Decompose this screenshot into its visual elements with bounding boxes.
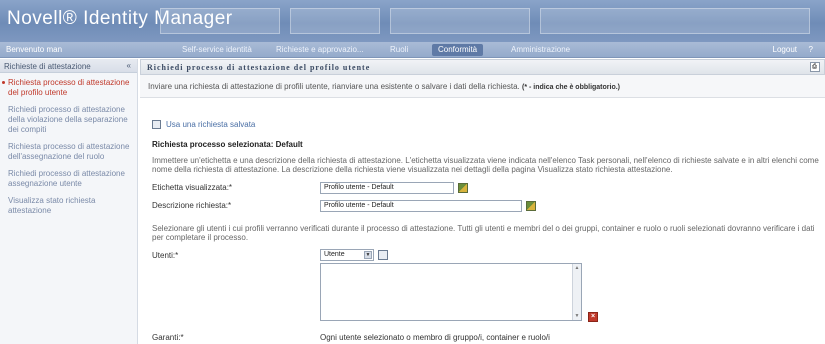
- users-listbox[interactable]: ▲ ▼: [320, 263, 582, 321]
- header-decoration: [160, 8, 280, 34]
- page-title-bar: Richiedi processo di attestazione del pr…: [140, 59, 825, 75]
- help-link[interactable]: ?: [809, 45, 813, 54]
- sidebar-item-user-assignment[interactable]: Richiedi processo di attestazione assegn…: [0, 167, 137, 191]
- garanti-value: Ogni utente selezionato o membro di grup…: [320, 333, 550, 342]
- tab-requests-approvals[interactable]: Richieste e approvazio...: [270, 44, 370, 56]
- scroll-up-icon[interactable]: ▲: [573, 264, 581, 272]
- scroll-down-icon[interactable]: ▼: [573, 312, 581, 320]
- chevron-down-icon: ▼: [364, 251, 372, 259]
- tab-administration[interactable]: Amministrazione: [505, 44, 576, 56]
- app-header: Novell® Identity Manager: [0, 0, 825, 42]
- display-label-field-label: Etichetta visualizzata:*: [152, 183, 233, 192]
- display-label-input[interactable]: Profilo utente - Default: [320, 182, 454, 194]
- sidebar-header: Richieste di attestazione «: [0, 59, 137, 73]
- selected-process-label: Richiesta processo selezionata: Default: [152, 140, 303, 149]
- welcome-text: Benvenuto man: [6, 45, 63, 54]
- request-description-field-label: Descrizione richiesta:*: [152, 201, 232, 210]
- lookup-icon[interactable]: [378, 250, 388, 260]
- users-type-value: Utente: [324, 251, 345, 258]
- request-description-input[interactable]: Profilo utente - Default: [320, 200, 522, 212]
- header-decoration: [540, 8, 810, 34]
- display-label-description: Immettere un'etichetta e una descrizione…: [152, 156, 819, 174]
- header-decoration: [290, 8, 380, 34]
- users-field-label: Utenti:*: [152, 251, 179, 260]
- required-note: (* - indica che è obbligatorio.): [522, 84, 621, 91]
- sidebar-item-user-profile[interactable]: Richiesta processo di attestazione del p…: [0, 76, 137, 100]
- use-saved-link[interactable]: Usa una richiesta salvata: [166, 120, 255, 129]
- use-saved-request[interactable]: Usa una richiesta salvata: [152, 120, 255, 130]
- intro-text: Inviare una richiesta di attestazione di…: [140, 75, 825, 98]
- tab-self-service[interactable]: Self-service identità: [176, 44, 258, 56]
- logout-link[interactable]: Logout: [773, 45, 797, 54]
- print-icon[interactable]: ⎙: [810, 62, 820, 72]
- delete-icon[interactable]: ×: [588, 312, 598, 322]
- sidebar-item-view-status[interactable]: Visualizza stato richiesta attestazione: [0, 194, 137, 218]
- header-decoration: [390, 8, 530, 34]
- users-description: Selezionare gli utenti i cui profili ver…: [152, 224, 815, 242]
- tab-compliance[interactable]: Conformità: [432, 44, 484, 56]
- sidebar-title: Richieste di attestazione: [4, 62, 91, 71]
- collapse-icon[interactable]: «: [127, 61, 131, 70]
- intro-description: Inviare una richiesta di attestazione di…: [148, 82, 520, 91]
- nav-bar: Benvenuto man Self-service identità Rich…: [0, 42, 825, 58]
- edit-description-icon[interactable]: [526, 201, 536, 211]
- page-title: Richiedi processo di attestazione del pr…: [147, 63, 371, 72]
- users-scrollbar[interactable]: ▲ ▼: [572, 264, 581, 320]
- users-type-select[interactable]: Utente ▼: [320, 249, 374, 261]
- garanti-field-label: Garanti:*: [152, 333, 184, 342]
- sidebar: Richieste di attestazione « Richiesta pr…: [0, 59, 138, 344]
- tab-roles[interactable]: Ruoli: [384, 44, 414, 56]
- saved-request-icon: [152, 120, 161, 130]
- sidebar-item-sod-violation[interactable]: Richiedi processo di attestazione della …: [0, 103, 137, 137]
- edit-label-icon[interactable]: [458, 183, 468, 193]
- main-panel: Richiedi processo di attestazione del pr…: [140, 59, 825, 344]
- sidebar-item-role-assignment[interactable]: Richiesta processo di attestazione dell'…: [0, 140, 137, 164]
